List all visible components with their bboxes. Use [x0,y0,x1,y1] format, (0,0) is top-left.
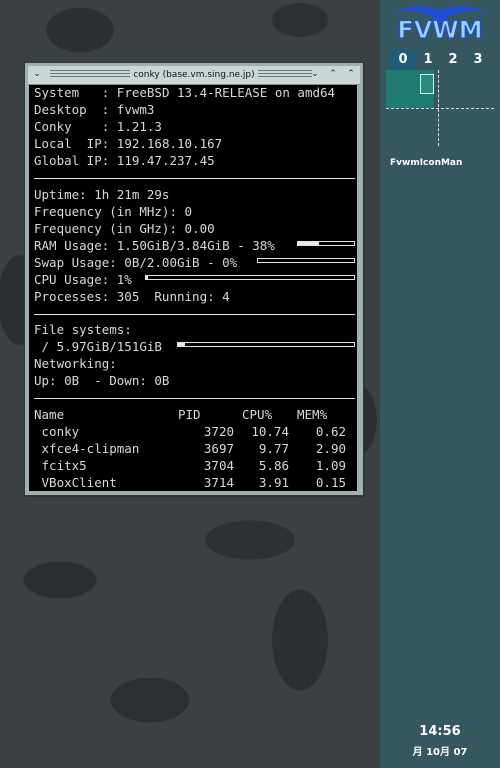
global-ip-label: Global IP: [34,153,117,168]
process-cpu: 10.74 [251,424,289,439]
process-pid: 3714 [203,475,234,490]
divider [34,314,355,315]
header-mem: MEM% [297,407,328,422]
conky-label: Conky : [34,119,117,134]
fvwm-pager-panel: FVWM 0 1 2 3 FvwmIconMan 14:56 月 10月 07 [380,0,500,768]
system-value: FreeBSD 13.4-RELEASE on amd64 [116,85,336,100]
window-title: conky (base.vm.sing.ne.jp) [130,70,258,80]
desktop-label: Desktop : [34,102,117,117]
conky-value: 1.21.3 [116,119,162,134]
processes: Processes: 305 Running: 4 [34,289,230,304]
process-name: xfce4-clipman [34,441,140,456]
process-pid: 3704 [203,458,234,473]
conky-output: System : FreeBSD 13.4-RELEASE on amd64 D… [29,85,357,491]
global-ip-value: 119.47.237.45 [116,153,215,168]
divider [34,398,355,399]
root-filesystem-bar-fill [178,343,186,346]
cpu-usage-bar [145,275,355,280]
pager-window-thumbnail[interactable] [420,74,434,94]
global-ip-row: Global IP: 119.47.237.45 [34,152,215,169]
local-ip-row: Local IP: 192.168.10.167 [34,135,222,152]
cpu-usage: CPU Usage: 1% [34,272,132,287]
swap-usage: Swap Usage: 0B/2.00GiB - 0% [34,255,238,270]
window-menu-icon[interactable]: ⌄ [30,67,44,81]
system-row: System : FreeBSD 13.4-RELEASE on amd64 [34,84,335,101]
process-mem: 0.62 [315,424,346,439]
frequency-ghz: Frequency (in GHz): 0.00 [34,221,215,236]
desk-tab-0[interactable]: 0 [390,50,416,70]
fvwm-icon-manager-label[interactable]: FvwmIconMan [390,158,462,168]
network-traffic: Up: 0B - Down: 0B [34,373,170,388]
local-ip-label: Local IP: [34,136,117,151]
filesystems-label: File systems: [34,322,132,337]
process-cpu: 9.77 [258,441,289,456]
clock-time: 14:56 [419,724,461,739]
header-pid: PID [178,407,201,422]
cpu-usage-bar-fill [146,276,149,279]
minimize-icon[interactable]: ⌄ [308,67,322,81]
ram-usage: RAM Usage: 1.50GiB/3.84GiB - 38% [34,238,275,253]
process-pid: 3720 [203,424,234,439]
process-name: conky [34,424,80,439]
process-cpu: 5.86 [258,458,289,473]
close-icon[interactable]: ⌃ [344,67,358,81]
conky-window[interactable]: conky (base.vm.sing.ne.jp) ⌄ ⌄ ⌃ ⌃ Syste… [24,62,364,496]
uptime: Uptime: 1h 21m 29s [34,187,170,202]
maximize-icon[interactable]: ⌃ [326,67,340,81]
desktop-value: fvwm3 [116,102,155,117]
process-mem: 2.90 [315,441,346,456]
root-filesystem-bar [177,342,355,347]
pager-miniature[interactable] [386,70,494,146]
desktop-row: Desktop : fvwm3 [34,101,154,118]
process-cpu: 3.91 [258,475,289,490]
desk-tab-1[interactable]: 1 [415,50,441,70]
ram-usage-bar [297,241,355,246]
conky-version-row: Conky : 1.21.3 [34,118,162,135]
swap-usage-bar [257,258,355,263]
header-name: Name [34,407,65,422]
process-name: fcitx5 [34,458,87,473]
process-name: VBoxClient [34,475,117,490]
divider [34,178,355,179]
root-filesystem: / 5.97GiB/151GiB [34,339,162,354]
desk-tab-2[interactable]: 2 [440,50,466,70]
system-label: System : [34,85,117,100]
title-bar[interactable]: conky (base.vm.sing.ne.jp) ⌄ ⌄ ⌃ ⌃ [28,66,360,85]
process-mem: 0.15 [315,475,346,490]
desk-tab-3[interactable]: 3 [465,50,491,70]
local-ip-value: 192.168.10.167 [116,136,223,151]
fvwm-logo-text: FVWM [397,16,482,44]
desk-tabs: 0 1 2 3 [388,50,500,70]
clock-date: 月 10月 07 [412,747,468,758]
process-mem: 1.09 [315,458,346,473]
networking-label: Networking: [34,356,117,371]
header-cpu: CPU% [242,407,273,422]
frequency-mhz: Frequency (in MHz): 0 [34,204,193,219]
process-pid: 3697 [203,441,234,456]
pager-page-divider [386,108,494,109]
ram-usage-bar-fill [298,242,320,245]
fvwm-logo: FVWM [390,6,490,44]
